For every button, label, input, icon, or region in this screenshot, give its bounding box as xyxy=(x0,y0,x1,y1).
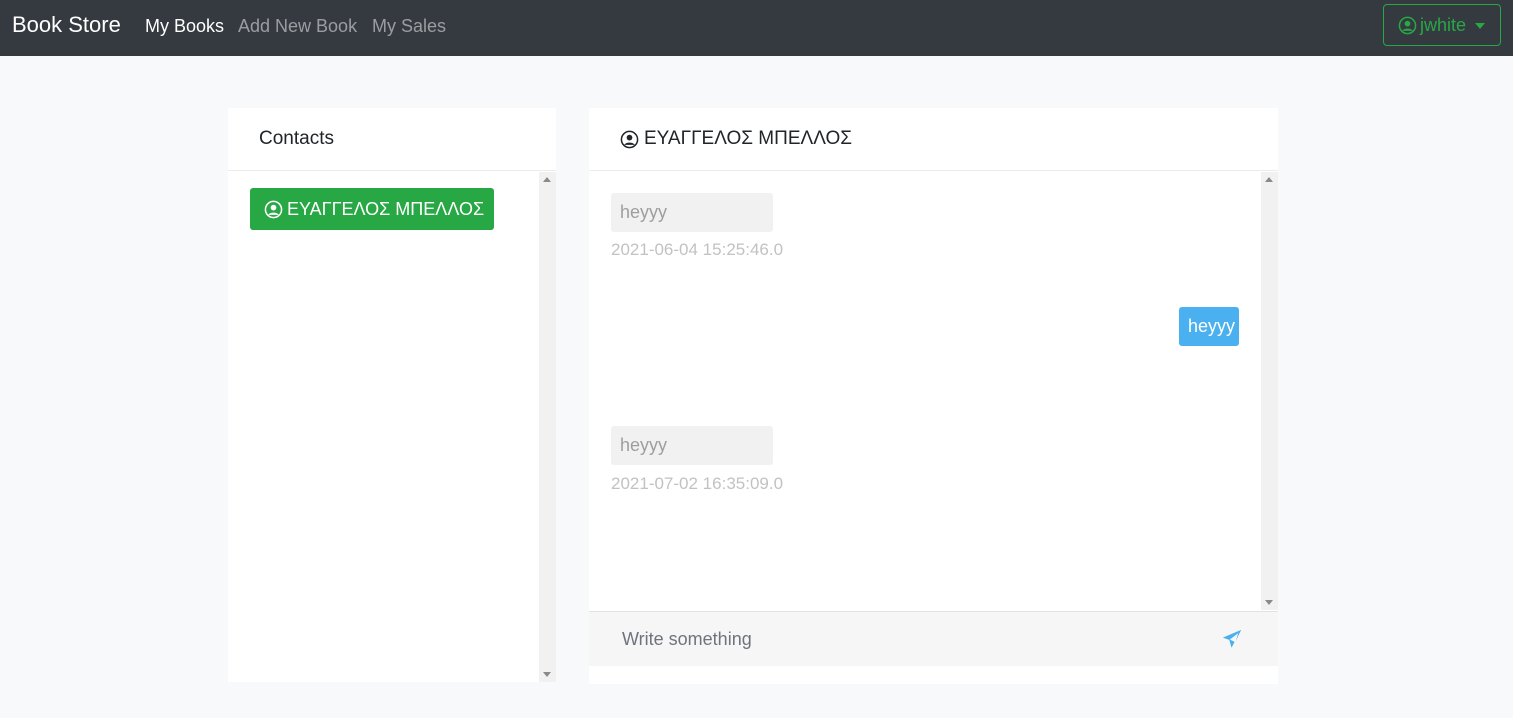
outgoing-message: heyyy xyxy=(1179,307,1239,346)
chat-panel: ΕΥΑΓΓΕΛΟΣ ΜΠΕΛΛΟΣ heyyy 2021-06-04 15:25… xyxy=(589,108,1278,684)
contacts-scrollbar[interactable] xyxy=(539,172,556,682)
user-circle-icon xyxy=(620,130,639,148)
top-navbar: Book Store My Books Add New Book My Sale… xyxy=(0,0,1513,56)
message-composer xyxy=(589,611,1278,666)
contacts-header: Contacts xyxy=(228,108,556,171)
caret-down-icon xyxy=(1475,23,1486,29)
user-menu-label: jwhite xyxy=(1420,14,1467,35)
contacts-panel: Contacts ΕΥΑΓΓΕΛΟΣ ΜΠΕΛΛΟΣ xyxy=(228,108,556,682)
incoming-message: heyyy xyxy=(611,426,773,465)
scroll-down-arrow-icon[interactable] xyxy=(1265,600,1273,605)
incoming-message: heyyy xyxy=(611,193,773,232)
chat-header: ΕΥΑΓΓΕΛΟΣ ΜΠΕΛΛΟΣ xyxy=(589,108,1278,171)
nav-add-new-book[interactable]: Add New Book xyxy=(238,15,357,37)
scroll-down-arrow-icon[interactable] xyxy=(543,672,551,677)
contact-item[interactable]: ΕΥΑΓΓΕΛΟΣ ΜΠΕΛΛΟΣ xyxy=(250,188,494,230)
contact-item-label: ΕΥΑΓΓΕΛΟΣ ΜΠΕΛΛΟΣ xyxy=(287,198,485,219)
message-timestamp: 2021-06-04 15:25:46.0 xyxy=(611,240,784,259)
chat-scrollbar[interactable] xyxy=(1261,172,1278,610)
brand-logo[interactable]: Book Store xyxy=(12,12,121,38)
chat-contact-name: ΕΥΑΓΓΕΛΟΣ ΜΠΕΛΛΟΣ xyxy=(644,128,853,149)
message-input[interactable] xyxy=(613,622,1173,656)
user-circle-icon xyxy=(264,200,283,218)
scroll-up-arrow-icon[interactable] xyxy=(1265,177,1273,182)
chat-contact-title: ΕΥΑΓΓΕΛΟΣ ΜΠΕΛΛΟΣ xyxy=(620,128,852,150)
paper-plane-icon[interactable] xyxy=(1221,628,1243,650)
nav-my-sales[interactable]: My Sales xyxy=(372,15,446,37)
nav-my-books[interactable]: My Books xyxy=(145,15,224,37)
user-menu-button[interactable]: jwhite xyxy=(1383,4,1501,46)
scroll-up-arrow-icon[interactable] xyxy=(543,177,551,182)
contacts-title: Contacts xyxy=(259,128,334,149)
message-timestamp: 2021-07-02 16:35:09.0 xyxy=(611,474,784,493)
user-circle-icon xyxy=(1398,16,1417,34)
